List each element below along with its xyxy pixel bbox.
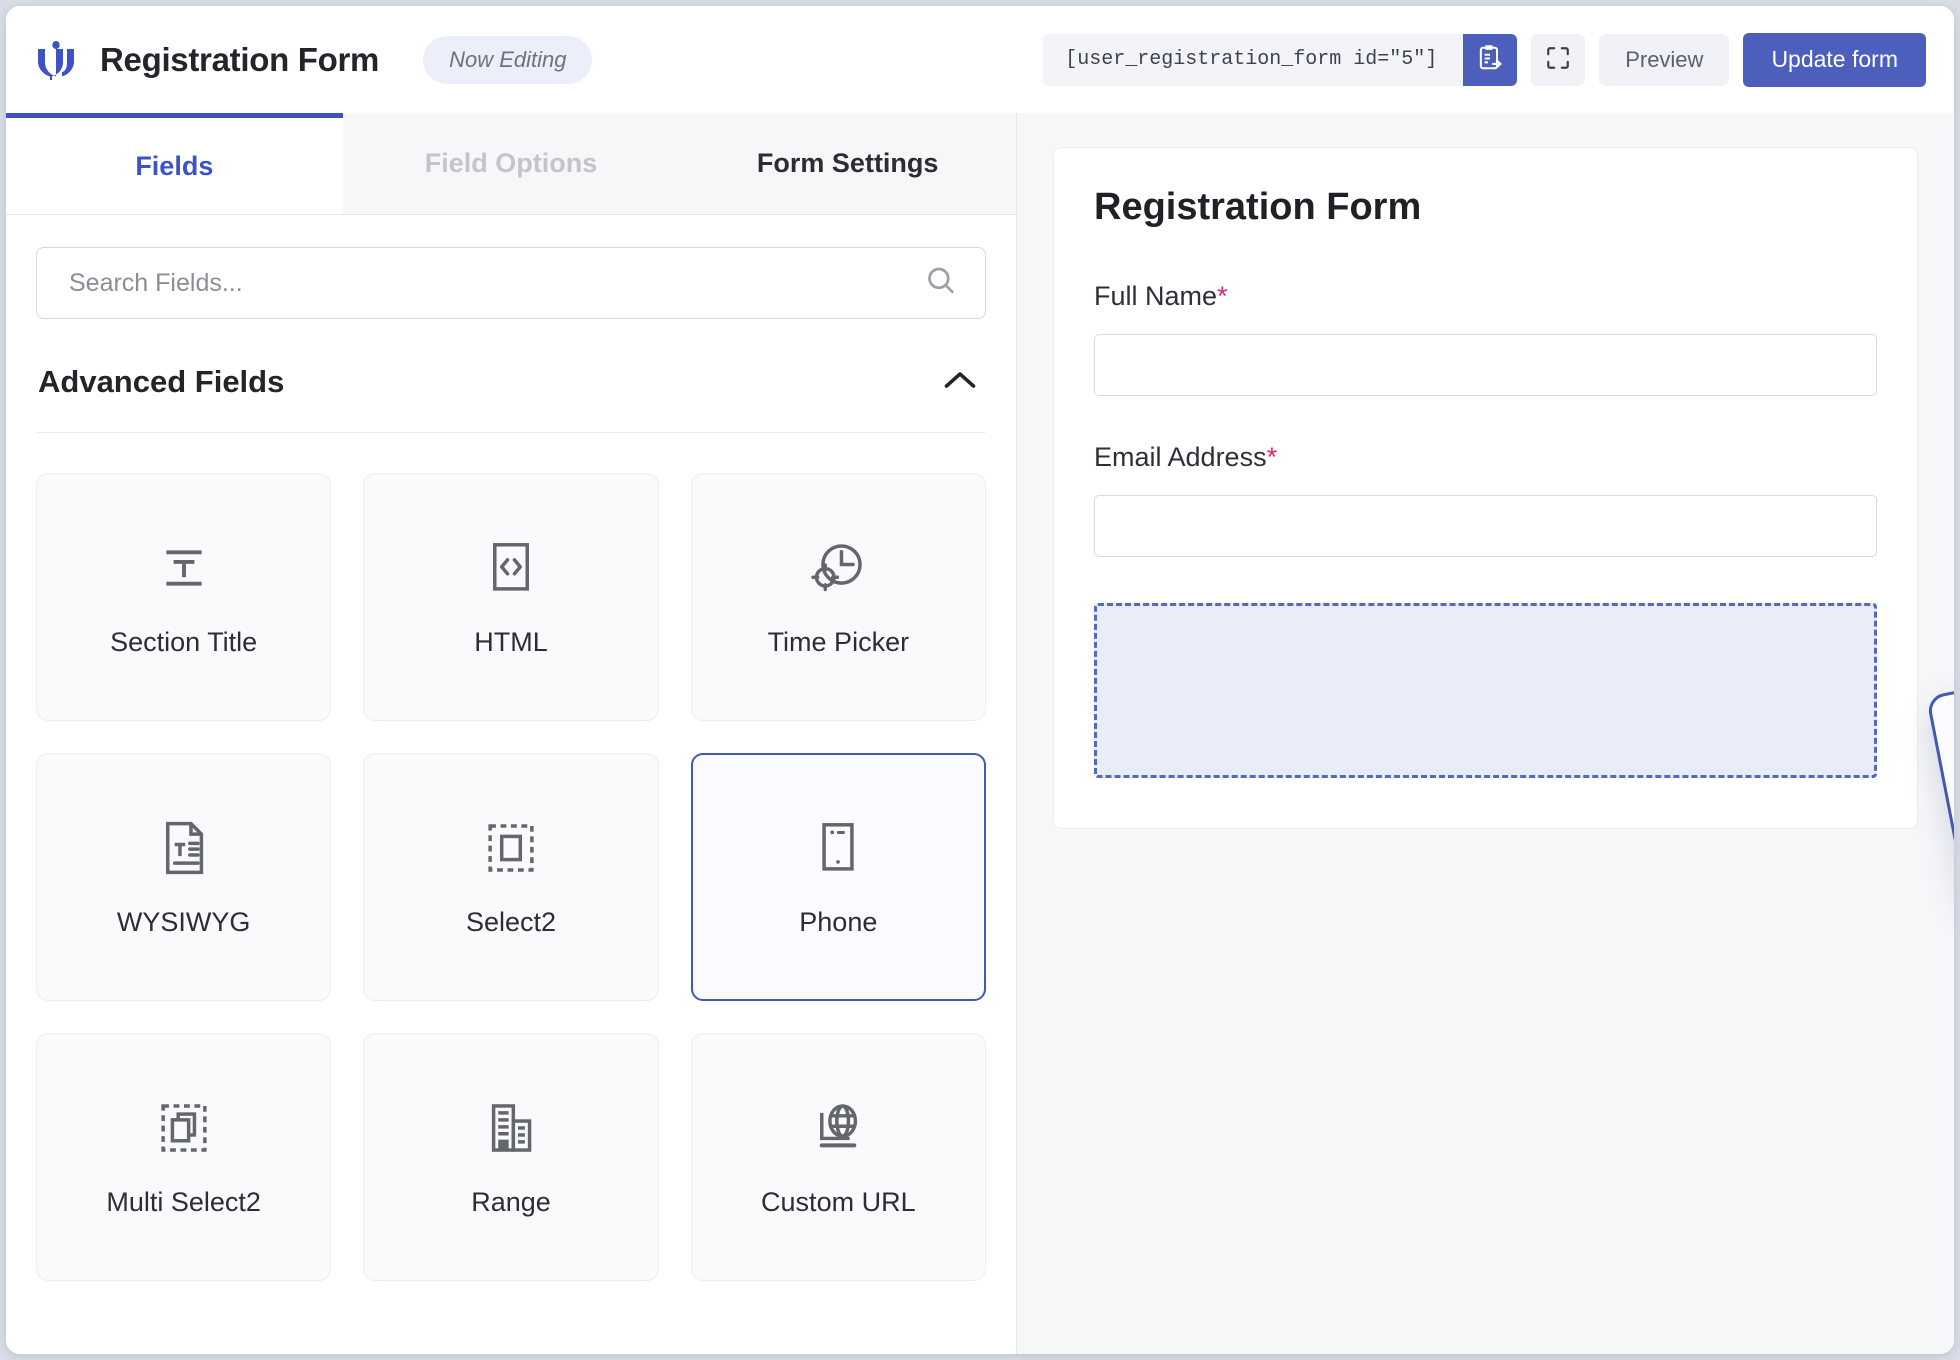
fullscreen-button[interactable] [1531,33,1586,86]
drag-preview-card: Phone [1925,653,1954,905]
required-asterisk: * [1217,281,1228,311]
full-name-input[interactable] [1094,334,1877,396]
copy-shortcode-button[interactable] [1463,33,1518,86]
buildings-icon [482,1097,540,1159]
field-card-time-picker[interactable]: Time Picker [690,473,986,721]
document-text-icon [157,817,211,879]
preview-field-email-address: Email Address* [1094,442,1877,603]
field-card-phone[interactable]: Phone [690,753,986,1001]
update-form-button[interactable]: Update form [1743,32,1926,87]
form-preview-title: Registration Form [1094,186,1422,228]
field-label-text: Full Name [1094,281,1218,311]
field-card-custom-url[interactable]: Custom URL [690,1033,986,1281]
globe-icon [809,1097,867,1159]
field-card-label: Time Picker [767,626,910,657]
form-preview-panel: Registration Form Full Name* Email Addre… [1017,113,1954,1354]
field-card-label: Phone [799,906,878,937]
phone-icon [815,817,861,879]
field-card-label: Range [471,1186,551,1217]
field-dropzone[interactable] [1094,603,1877,778]
tulip-logo-icon [34,36,78,84]
advanced-fields-header[interactable]: Advanced Fields [36,319,986,433]
fullscreen-expand-icon [1545,45,1571,74]
search-input[interactable] [36,247,986,319]
field-card-html[interactable]: HTML [363,473,659,721]
field-card-label: Custom URL [761,1186,916,1217]
field-card-section-title[interactable]: Section Title [36,473,332,721]
shortcode-group: [user_registration_form id="5"] [1043,33,1518,86]
page-title: Registration Form [100,40,380,78]
fields-scroll-area: Advanced Fields [6,215,1016,1354]
field-card-label: HTML [474,626,548,657]
field-label: Email Address* [1094,442,1877,473]
field-label-text: Email Address [1094,442,1267,472]
section-title-icon [155,537,213,599]
field-card-multi-select2[interactable]: Multi Select2 [36,1033,332,1281]
main-body: Fields Field Options Form Settings Advan… [6,113,1954,1354]
status-badge: Now Editing [423,35,593,84]
required-asterisk: * [1266,442,1278,472]
collapse-section-button[interactable] [936,361,984,402]
section-title: Advanced Fields [38,363,285,399]
chevron-up-icon [942,372,978,396]
clock-icon [807,537,869,599]
shortcode-value[interactable]: [user_registration_form id="5"] [1043,33,1464,86]
brand: Registration Form Now Editing [34,35,593,84]
field-card-select2[interactable]: Select2 [363,753,659,1001]
field-card-label: WYSIWYG [116,906,251,937]
panel-tabs: Fields Field Options Form Settings [6,113,1017,215]
form-builder-window: Registration Form Now Editing [user_regi… [6,6,1954,1354]
dashed-select-icon [483,817,539,879]
field-card-label: Section Title [110,626,258,657]
search-fields-box [36,247,986,319]
dashed-multi-icon [156,1097,212,1159]
preview-button[interactable]: Preview [1599,33,1730,86]
field-card-label: Select2 [465,906,557,937]
fields-panel: Fields Field Options Form Settings Advan… [6,113,1017,1354]
field-card-range[interactable]: Range [363,1033,659,1281]
app-header: Registration Form Now Editing [user_regi… [6,6,1954,113]
form-preview-card: Registration Form Full Name* Email Addre… [1053,147,1918,829]
preview-field-full-name: Full Name* [1094,281,1877,442]
tab-field-options[interactable]: Field Options [342,113,680,214]
field-label: Full Name* [1094,281,1877,312]
advanced-fields-grid: Section Title HTML Time Picker WYSIWYG S… [36,433,986,1281]
field-card-wysiwyg[interactable]: WYSIWYG [36,753,332,1001]
header-actions: [user_registration_form id="5"] Preview … [1043,32,1926,87]
tab-form-settings[interactable]: Form Settings [679,113,1017,214]
tab-fields[interactable]: Fields [6,113,343,214]
clipboard-copy-icon [1477,44,1503,75]
field-card-label: Multi Select2 [106,1186,261,1217]
email-address-input[interactable] [1094,495,1877,557]
code-brackets-icon [484,537,538,599]
